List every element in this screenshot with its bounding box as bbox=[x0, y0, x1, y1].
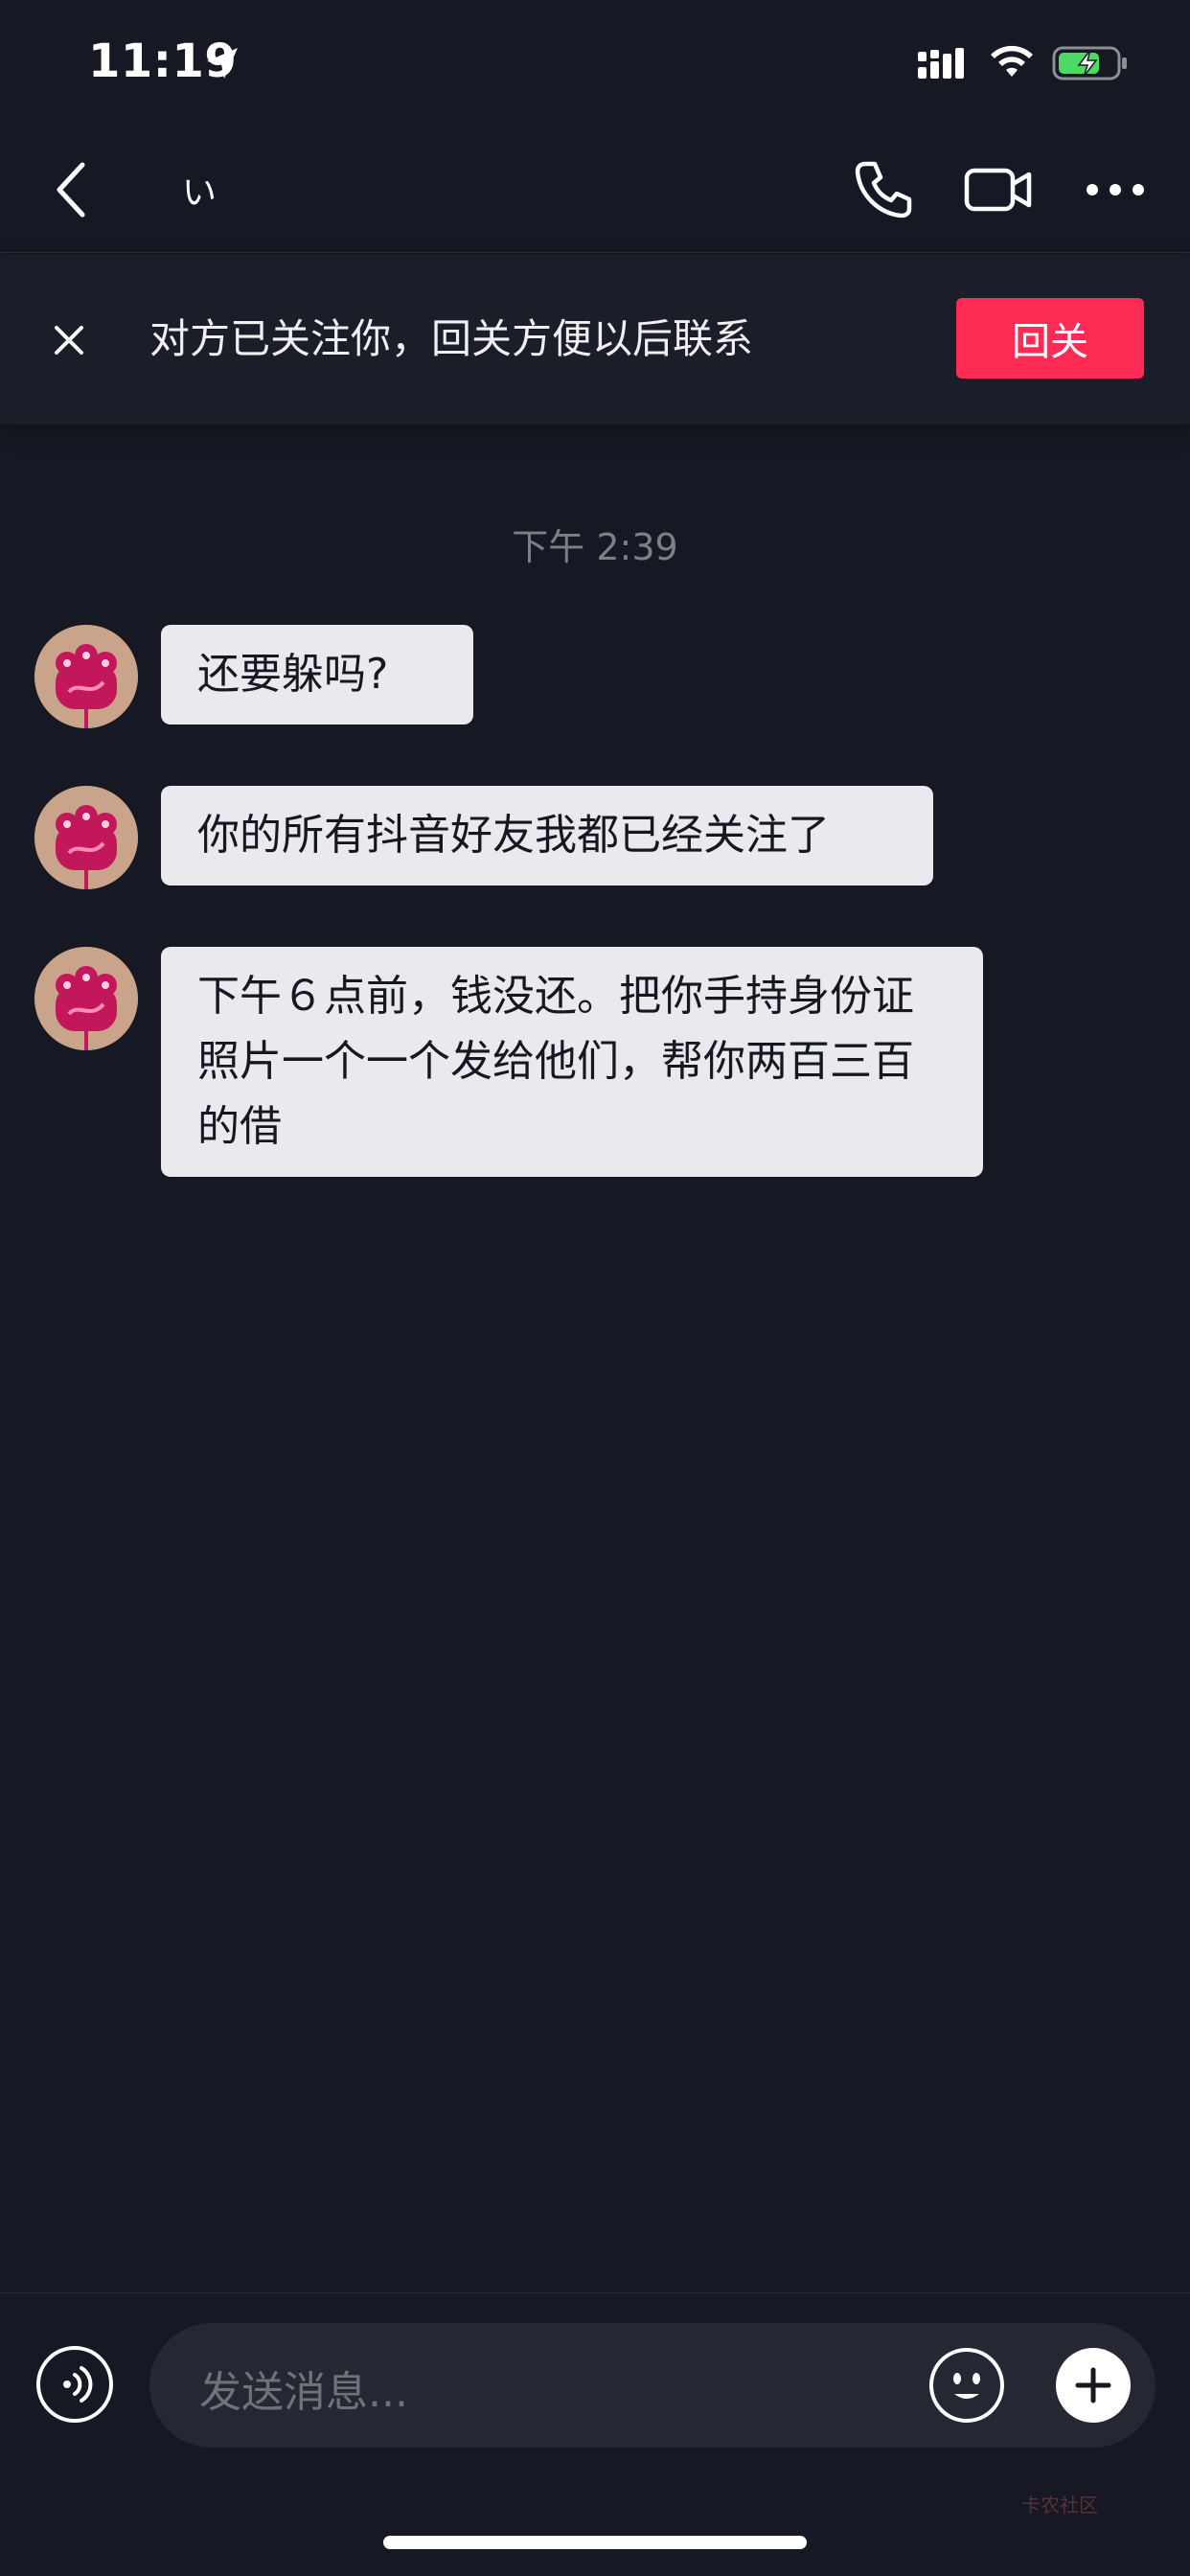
voice-icon bbox=[63, 2366, 93, 2403]
banner-close-button[interactable] bbox=[40, 311, 98, 369]
avatar-image bbox=[34, 625, 138, 728]
message-timestamp: 下午 2:39 bbox=[512, 526, 678, 568]
video-call-button[interactable] bbox=[960, 153, 1037, 226]
close-icon bbox=[55, 326, 83, 355]
home-indicator bbox=[383, 2536, 807, 2549]
cellular-signal-icon bbox=[918, 48, 964, 79]
emoji-icon bbox=[953, 2373, 980, 2399]
avatar[interactable] bbox=[34, 625, 138, 728]
avatar-image bbox=[34, 786, 138, 889]
message-bubble[interactable]: 下午６点前，钱没还。把你手持身份证照片一个一个发给他们，帮你两百三百的借 bbox=[161, 947, 983, 1177]
avatar-image bbox=[34, 947, 138, 1050]
message-bubble[interactable]: 你的所有抖音好友我都已经关注了 bbox=[161, 786, 933, 886]
emoji-button[interactable] bbox=[929, 2348, 1004, 2423]
phone-icon bbox=[855, 161, 912, 218]
status-bar: 11:19 bbox=[0, 0, 1190, 126]
message-bubble[interactable]: 还要躲吗? bbox=[161, 625, 473, 724]
banner-message: 对方已关注你，回关方便以后联系 bbox=[149, 315, 754, 362]
message-input[interactable]: 发送消息... bbox=[149, 2323, 1156, 2448]
input-placeholder: 发送消息... bbox=[199, 2368, 408, 2417]
location-arrow-icon bbox=[207, 48, 238, 79]
battery-charging-icon bbox=[1052, 46, 1127, 80]
follow-back-banner: 对方已关注你，回关方便以后联系 回关 bbox=[0, 254, 1190, 425]
follow-back-button[interactable]: 回关 bbox=[956, 298, 1144, 379]
avatar[interactable] bbox=[34, 786, 138, 889]
chat-title: い bbox=[182, 173, 217, 213]
more-options-button[interactable] bbox=[1079, 153, 1152, 226]
plus-icon bbox=[1075, 2367, 1111, 2404]
input-divider bbox=[0, 2292, 1190, 2293]
plus-button[interactable] bbox=[1056, 2348, 1131, 2423]
more-dots-icon bbox=[1087, 184, 1144, 196]
video-camera-icon bbox=[964, 168, 1032, 212]
back-button[interactable] bbox=[34, 153, 107, 226]
wifi-icon bbox=[991, 45, 1033, 77]
voice-call-button[interactable] bbox=[847, 153, 920, 226]
back-chevron-icon bbox=[57, 162, 85, 218]
chat-header: い bbox=[0, 126, 1190, 253]
voice-message-button[interactable] bbox=[36, 2346, 113, 2423]
watermark: 卡农社区 bbox=[1021, 2494, 1098, 2517]
avatar[interactable] bbox=[34, 947, 138, 1050]
